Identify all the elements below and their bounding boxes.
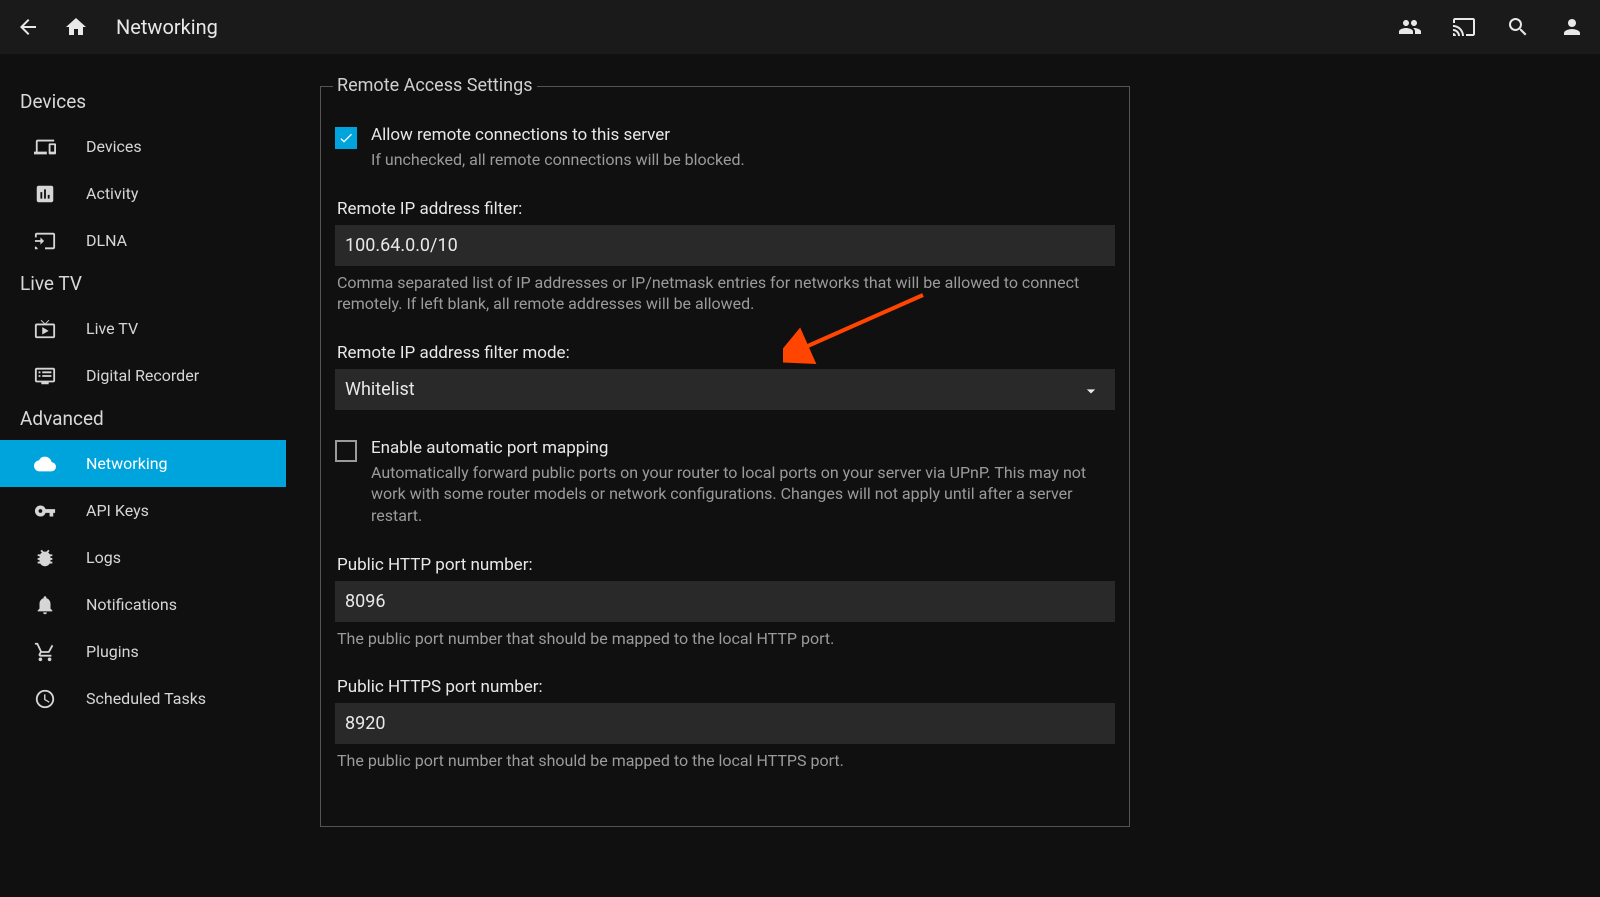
http-port-label: Public HTTP port number: bbox=[337, 555, 1115, 575]
sidebar-item-apikeys[interactable]: API Keys bbox=[0, 487, 286, 534]
sidebar-item-notifications[interactable]: Notifications bbox=[0, 581, 286, 628]
sidebar-item-label: Notifications bbox=[86, 595, 177, 614]
allow-remote-help: If unchecked, all remote connections wil… bbox=[371, 149, 745, 171]
sidebar-item-activity[interactable]: Activity bbox=[0, 170, 286, 217]
sidebar-item-label: Plugins bbox=[86, 642, 139, 661]
devices-icon bbox=[34, 136, 56, 158]
users-icon[interactable] bbox=[1396, 13, 1424, 41]
sidebar-item-label: Live TV bbox=[86, 319, 138, 338]
sidebar: Devices Devices Activity DLNA Live TV Li… bbox=[0, 54, 286, 897]
schedule-icon bbox=[34, 688, 56, 710]
allow-remote-checkbox[interactable] bbox=[335, 127, 357, 149]
sidebar-item-networking[interactable]: Networking bbox=[0, 440, 286, 487]
remote-access-fieldset: Remote Access Settings Allow remote conn… bbox=[320, 86, 1130, 827]
fieldset-legend: Remote Access Settings bbox=[333, 75, 537, 96]
page-title: Networking bbox=[116, 15, 218, 39]
bug-icon bbox=[34, 547, 56, 569]
sidebar-section-advanced: Advanced bbox=[0, 399, 286, 440]
top-bar: Networking bbox=[0, 0, 1600, 54]
https-port-input[interactable] bbox=[335, 703, 1115, 744]
sidebar-item-label: API Keys bbox=[86, 501, 149, 520]
back-button[interactable] bbox=[14, 13, 42, 41]
input-icon bbox=[34, 230, 56, 252]
sidebar-item-livetv[interactable]: Live TV bbox=[0, 305, 286, 352]
sidebar-item-label: Activity bbox=[86, 184, 138, 203]
https-port-help: The public port number that should be ma… bbox=[337, 750, 1113, 772]
sidebar-item-dvr[interactable]: Digital Recorder bbox=[0, 352, 286, 399]
port-mapping-help: Automatically forward public ports on yo… bbox=[371, 462, 1115, 527]
sidebar-item-label: DLNA bbox=[86, 231, 127, 250]
sidebar-item-logs[interactable]: Logs bbox=[0, 534, 286, 581]
key-icon bbox=[34, 500, 56, 522]
filter-mode-select[interactable]: Whitelist bbox=[335, 369, 1115, 410]
sidebar-item-label: Digital Recorder bbox=[86, 366, 199, 385]
http-port-help: The public port number that should be ma… bbox=[337, 628, 1113, 650]
sidebar-item-devices[interactable]: Devices bbox=[0, 123, 286, 170]
https-port-label: Public HTTPS port number: bbox=[337, 677, 1115, 697]
bell-icon bbox=[34, 594, 56, 616]
cloud-icon bbox=[34, 453, 56, 475]
sidebar-item-dlna[interactable]: DLNA bbox=[0, 217, 286, 264]
sidebar-item-label: Logs bbox=[86, 548, 121, 567]
search-button[interactable] bbox=[1504, 13, 1532, 41]
port-mapping-label: Enable automatic port mapping bbox=[371, 438, 1115, 458]
allow-remote-label: Allow remote connections to this server bbox=[371, 125, 745, 145]
sidebar-item-label: Scheduled Tasks bbox=[86, 689, 206, 708]
sidebar-item-plugins[interactable]: Plugins bbox=[0, 628, 286, 675]
filter-mode-label: Remote IP address filter mode: bbox=[337, 343, 1115, 363]
home-button[interactable] bbox=[62, 13, 90, 41]
account-icon[interactable] bbox=[1558, 13, 1586, 41]
ip-filter-label: Remote IP address filter: bbox=[337, 199, 1115, 219]
main-content: Remote Access Settings Allow remote conn… bbox=[286, 54, 1600, 897]
cast-icon[interactable] bbox=[1450, 13, 1478, 41]
sidebar-section-devices: Devices bbox=[0, 82, 286, 123]
sidebar-item-label: Devices bbox=[86, 137, 142, 156]
sidebar-section-livetv: Live TV bbox=[0, 264, 286, 305]
ip-filter-help: Comma separated list of IP addresses or … bbox=[337, 272, 1113, 315]
livetv-icon bbox=[34, 318, 56, 340]
sidebar-item-label: Networking bbox=[86, 454, 168, 473]
dvr-icon bbox=[34, 365, 56, 387]
sidebar-item-scheduled[interactable]: Scheduled Tasks bbox=[0, 675, 286, 722]
port-mapping-checkbox[interactable] bbox=[335, 440, 357, 462]
http-port-input[interactable] bbox=[335, 581, 1115, 622]
cart-icon bbox=[34, 641, 56, 663]
activity-icon bbox=[34, 183, 56, 205]
ip-filter-input[interactable] bbox=[335, 225, 1115, 266]
